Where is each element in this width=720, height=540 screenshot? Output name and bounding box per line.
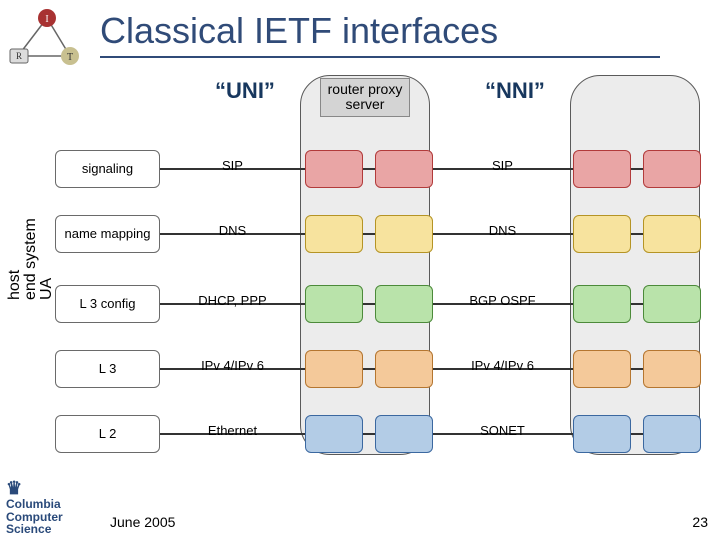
node-block [643, 415, 701, 453]
protocol-label-sip-nni: SIP [445, 158, 560, 173]
protocol-label-dns-uni: DNS [175, 223, 290, 238]
row-signaling: signaling SIP SIP [55, 150, 705, 188]
footer-date: June 2005 [110, 514, 175, 530]
node-block [573, 350, 631, 388]
layer-box-l3-config: L 3 config [55, 285, 160, 323]
layer-box-l2: L 2 [55, 415, 160, 453]
protocol-label-bgp-ospf: BGP OSPF [445, 293, 560, 308]
connector-line [631, 368, 643, 370]
node-block [573, 415, 631, 453]
row-l3-config: L 3 config DHCP, PPP BGP OSPF [55, 285, 705, 323]
center-head-label: router proxy server [320, 78, 410, 117]
crown-icon: ♛ [6, 479, 63, 498]
layer-box-l3: L 3 [55, 350, 160, 388]
node-block [573, 215, 631, 253]
org-logo: ♛ Columbia Computer Science [6, 479, 63, 536]
pillar-peer [570, 75, 700, 455]
connector-line [363, 368, 375, 370]
protocol-label-ipv4-ipv6-nni: IPv 4/IPv 6 [445, 358, 560, 373]
protocol-label-dhcp-ppp: DHCP, PPP [175, 293, 290, 308]
layer-box-signaling: signaling [55, 150, 160, 188]
node-block [573, 150, 631, 188]
connector-line [363, 168, 375, 170]
node-block [305, 415, 363, 453]
protocol-label-sonet: SONET [445, 423, 560, 438]
node-block [375, 150, 433, 188]
node-block [375, 215, 433, 253]
topology-icon: I R T [8, 8, 86, 73]
page-number: 23 [692, 514, 708, 530]
node-block [643, 150, 701, 188]
node-block [573, 285, 631, 323]
node-block [375, 285, 433, 323]
node-block [375, 350, 433, 388]
column-label-uni: “UNI” [200, 78, 290, 104]
slide-title: Classical IETF interfaces [100, 10, 660, 52]
protocol-label-ethernet: Ethernet [175, 423, 290, 438]
topo-i: I [45, 14, 48, 25]
protocol-label-ipv4-ipv6-uni: IPv 4/IPv 6 [175, 358, 290, 373]
topo-t: T [67, 52, 73, 63]
column-label-nni: “NNI” [470, 78, 560, 104]
connector-line [363, 303, 375, 305]
row-l2: L 2 Ethernet SONET [55, 415, 705, 453]
node-block [643, 350, 701, 388]
node-block [305, 215, 363, 253]
connector-line [631, 168, 643, 170]
topo-r: R [16, 51, 22, 61]
protocol-label-dns-nni: DNS [445, 223, 560, 238]
org-line3: Science [6, 522, 51, 536]
node-block [375, 415, 433, 453]
title-underline [100, 56, 660, 58]
node-block [305, 285, 363, 323]
connector-line [631, 303, 643, 305]
connector-line [631, 433, 643, 435]
connector-line [631, 233, 643, 235]
node-block [305, 350, 363, 388]
layer-box-name-mapping: name mapping [55, 215, 160, 253]
row-name-mapping: name mapping DNS DNS [55, 215, 705, 253]
row-l3: L 3 IPv 4/IPv 6 IPv 4/IPv 6 [55, 350, 705, 388]
connector-line [363, 433, 375, 435]
connector-line [363, 233, 375, 235]
node-block [643, 285, 701, 323]
protocol-label-sip-uni: SIP [175, 158, 290, 173]
pillar-router [300, 75, 430, 455]
node-block [643, 215, 701, 253]
node-block [305, 150, 363, 188]
